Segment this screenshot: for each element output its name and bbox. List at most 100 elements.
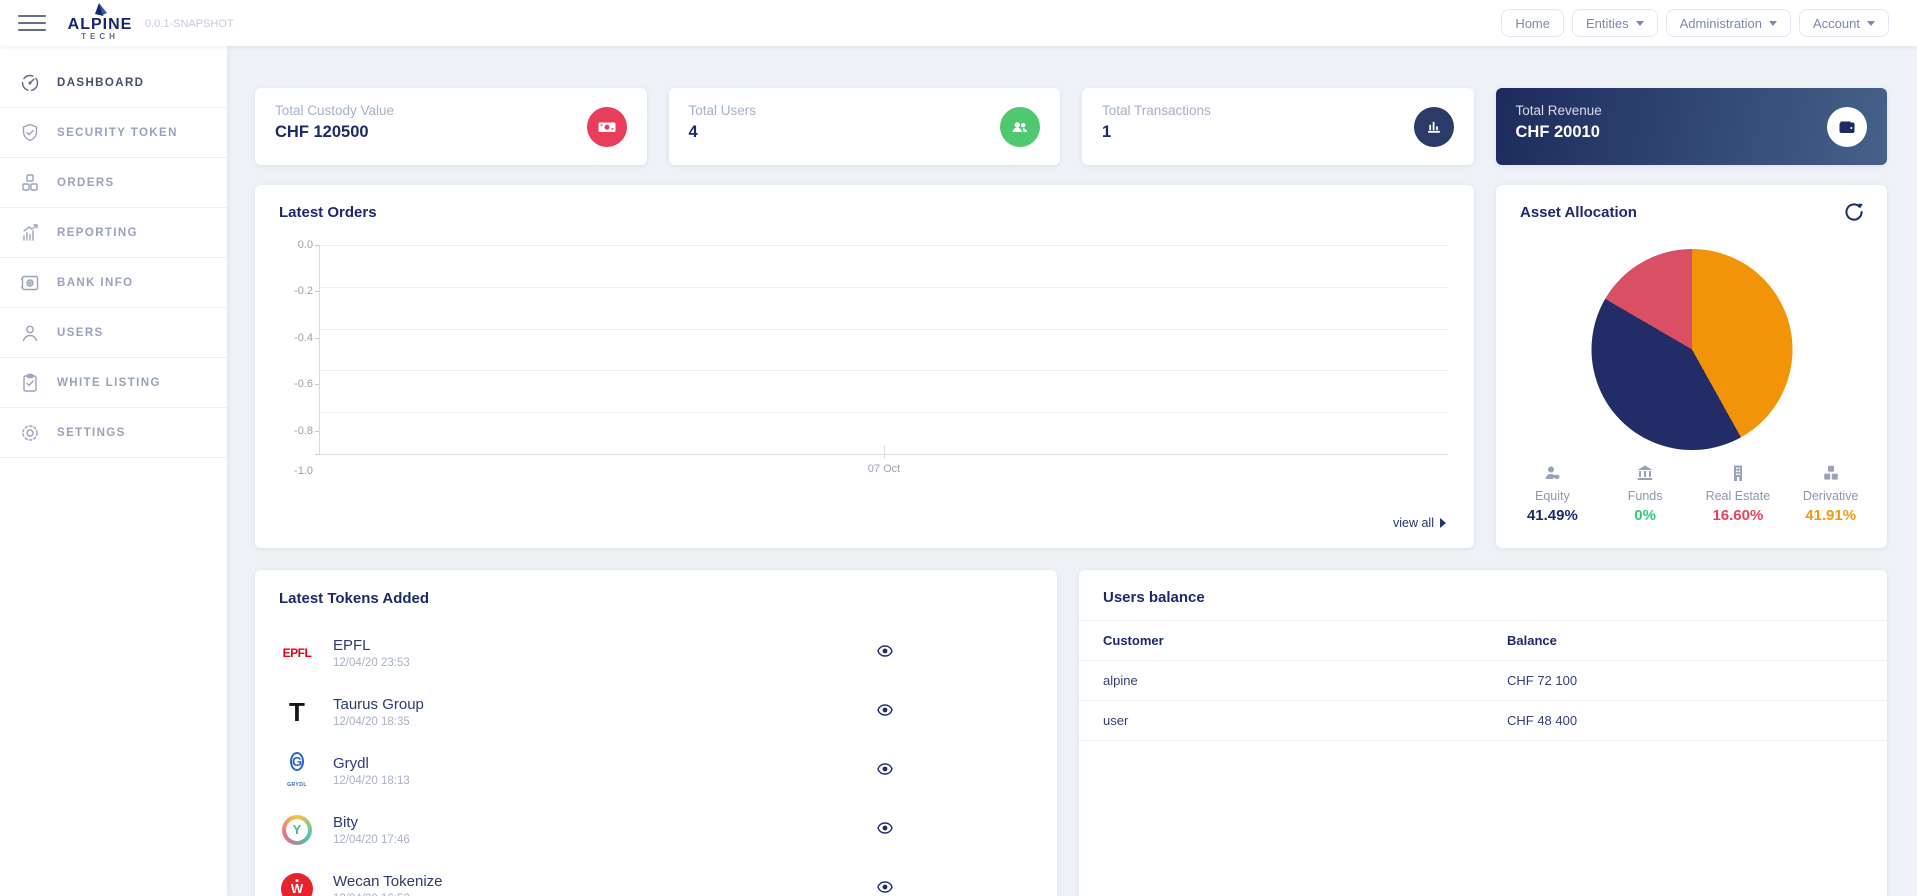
sidebar-item-dashboard[interactable]: DASHBOARD [0,58,227,108]
sidebar: DASHBOARD SECURITY TOKEN ORDERS REPORTIN… [0,46,227,896]
caret-down-icon [1867,20,1875,26]
stat-value: 1 [1102,123,1112,141]
bank-icon [1637,465,1653,480]
stats-row: Total Custody Value CHF 120500 Total Use… [255,88,1887,165]
nav-home-button[interactable]: Home [1501,9,1564,37]
legend-name: Derivative [1802,489,1859,503]
eye-icon[interactable] [877,821,893,839]
bar-chart-icon [1413,106,1454,147]
sidebar-item-bank-info[interactable]: BANK INFO [0,258,227,308]
wecan-logo-text: W [290,881,304,896]
version-label: 0.0.1-SNAPSHOT [145,18,234,30]
stat-card-total-users: Total Users 4 [668,88,1060,165]
legend-value: 41.91% [1805,507,1857,524]
sidebar-item-white-listing[interactable]: WHITE LISTING [0,358,227,408]
sidebar-label: BANK INFO [57,276,134,289]
nav-entities-button[interactable]: Entities [1572,9,1658,37]
bity-logo-text: Y [286,818,308,841]
y-tick-label: -0.4 [294,331,313,344]
table-row[interactable]: alpine CHF 72 100 [1079,660,1887,701]
hamburger-menu-icon[interactable] [18,15,46,31]
eye-icon[interactable] [877,644,893,662]
users-group-icon [1000,106,1040,147]
column-header-balance: Balance [1483,621,1887,661]
sidebar-label: SECURITY TOKEN [57,126,178,139]
allocation-legend: Equity 41.49% Funds 0% Real Estate 16.60… [1496,465,1887,524]
legend-value: 41.49% [1526,507,1578,524]
eye-icon[interactable] [877,703,893,721]
sidebar-item-reporting[interactable]: REPORTING [0,208,227,258]
latest-tokens-card: Latest Tokens Added EPFL EPFL 12/04/20 2… [255,570,1057,896]
caret-down-icon [1635,20,1644,26]
main-content: Total Custody Value CHF 120500 Total Use… [227,46,1917,896]
legend-name: Funds [1627,489,1663,503]
sidebar-label: WHITE LISTING [57,376,161,389]
eye-icon[interactable] [877,880,893,896]
bottom-row: Latest Tokens Added EPFL EPFL 12/04/20 2… [255,570,1887,896]
nav-account-button[interactable]: Account [1799,9,1889,37]
view-all-link[interactable]: view all [1393,516,1446,530]
top-header: ALPINE TECH 0.0.1-SNAPSHOT Home Entities… [0,0,1917,46]
taurus-logo-text: T [289,696,305,727]
stat-label: Total Transactions [1102,103,1211,118]
token-row-wecan: W Wecan Tokenize 12/04/20 16:52 [279,859,1033,896]
wecan-logo: W [279,871,315,896]
cubes-icon [18,172,42,194]
balance-cell: CHF 72 100 [1483,660,1887,701]
legend-item-derivative: Derivative 41.91% [1784,465,1877,524]
stat-label: Total Revenue [1515,103,1602,118]
grydl-logo-subtext: GRYDL [287,781,307,788]
stat-card-custody-value: Total Custody Value CHF 120500 [255,88,647,165]
stat-value: CHF 120500 [275,123,369,141]
token-date: 12/04/20 17:46 [333,833,410,846]
sidebar-label: DASHBOARD [57,76,145,89]
stat-card-total-revenue: Total Revenue CHF 20010 [1495,88,1887,165]
token-row-grydl: G GRYDL Grydl 12/04/20 18:13 [279,741,1033,800]
customer-cell: alpine [1079,660,1483,701]
grydl-logo-text: G [289,751,305,771]
stat-card-total-transactions: Total Transactions 1 [1082,88,1474,165]
taurus-logo: T [279,694,315,730]
token-list: EPFL EPFL 12/04/20 23:53 T Taurus Group … [279,623,1033,896]
sidebar-label: SETTINGS [57,426,126,439]
table-row[interactable]: user CHF 48 400 [1079,700,1887,741]
orders-chart-plot: 07 Oct [319,245,1448,475]
sidebar-item-settings[interactable]: SETTINGS [0,408,227,458]
eye-icon[interactable] [877,762,893,780]
balance-cell: CHF 48 400 [1483,700,1887,741]
token-date: 12/04/20 23:53 [333,656,410,669]
token-name: Taurus Group [333,695,424,713]
stat-label: Total Users [688,103,757,118]
latest-orders-title: Latest Orders [279,204,377,221]
stat-value: CHF 20010 [1515,123,1600,141]
epfl-logo: EPFL [279,635,315,671]
user-icon [18,322,42,344]
sidebar-item-orders[interactable]: ORDERS [0,158,227,208]
nav-administration-button[interactable]: Administration [1665,9,1792,37]
sidebar-item-users[interactable]: USERS [0,308,227,358]
cubes-stack-icon [1823,465,1838,480]
y-tick-label: -0.8 [294,424,313,437]
users-balance-table: Customer Balance alpine CHF 72 100 user … [1079,621,1887,741]
brand-logo: ALPINE TECH [60,3,140,41]
sidebar-label: REPORTING [57,226,138,239]
x-tick-mark [884,445,885,459]
users-balance-title: Users balance [1079,570,1887,621]
shield-check-icon [18,122,42,144]
legend-item-equity: Equity 41.49% [1506,465,1599,524]
token-name: EPFL [333,636,371,654]
asset-allocation-card: Asset Allocation Equity 41.49% Funds 0% [1496,185,1887,548]
y-tick-label: -1.0 [294,465,313,477]
asset-allocation-title: Asset Allocation [1520,204,1637,221]
top-navigation: Home Entities Administration Account [1501,9,1889,37]
chart-growth-icon [18,222,42,244]
brand-sub: TECH [81,32,119,41]
legend-name: Real Estate [1705,489,1771,503]
refresh-icon[interactable] [1843,201,1865,223]
legend-item-real-estate: Real Estate 16.60% [1692,465,1785,524]
y-tick-label: 0.0 [297,239,313,251]
gauge-icon [18,72,42,94]
caret-down-icon [1769,20,1778,26]
sidebar-label: ORDERS [57,176,115,189]
sidebar-item-security-token[interactable]: SECURITY TOKEN [0,108,227,158]
